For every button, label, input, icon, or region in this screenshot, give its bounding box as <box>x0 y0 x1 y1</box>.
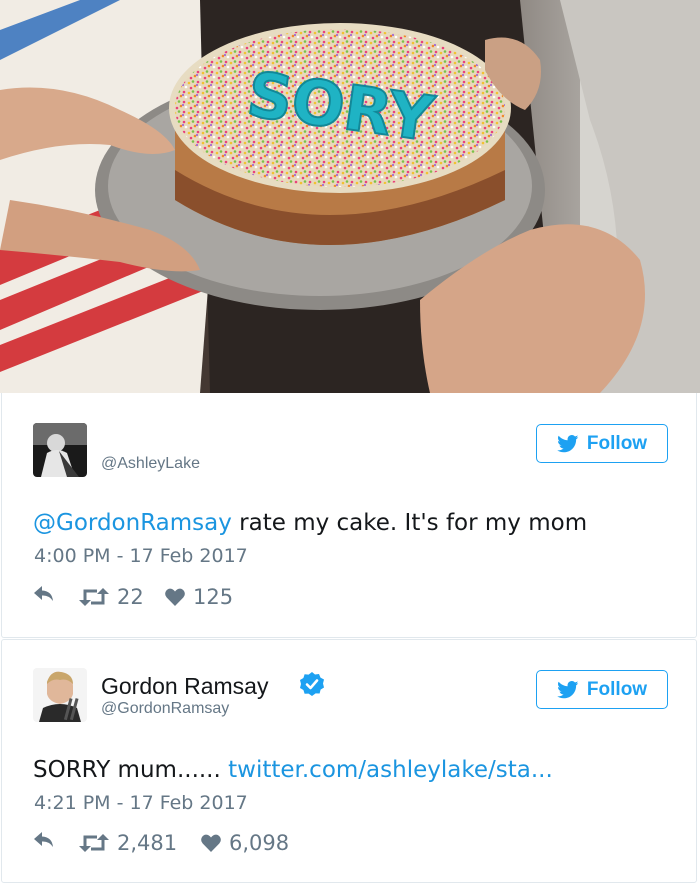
like-button[interactable]: 125 <box>165 584 233 610</box>
mention-link[interactable]: @GordonRamsay <box>33 510 232 536</box>
retweet-icon <box>79 588 109 606</box>
retweet-count: 22 <box>117 585 144 609</box>
tweet-body: SORRY mum...... <box>33 757 229 783</box>
reply-button[interactable] <box>34 584 54 602</box>
retweet-icon <box>79 834 109 852</box>
user-handle[interactable]: @AshleyLake <box>101 454 200 474</box>
user-handle[interactable]: @GordonRamsay <box>101 699 229 719</box>
timestamp[interactable]: 4:21 PM - 17 Feb 2017 <box>34 791 248 815</box>
reply-icon <box>34 586 53 601</box>
like-count: 125 <box>193 585 234 609</box>
twitter-bird-icon <box>557 680 579 698</box>
reply-icon <box>34 832 53 847</box>
tweet-card: @AshleyLake Follow @GordonRamsay rate my… <box>1 393 697 638</box>
timestamp[interactable]: 4:00 PM - 17 Feb 2017 <box>34 544 248 568</box>
avatar[interactable] <box>33 668 87 722</box>
retweet-count: 2,481 <box>117 831 178 855</box>
twitter-bird-icon <box>557 434 579 452</box>
follow-button[interactable]: Follow <box>536 424 668 463</box>
like-button[interactable]: 6,098 <box>201 830 289 856</box>
tweet-text: @GordonRamsay rate my cake. It's for my … <box>33 508 587 538</box>
like-count: 6,098 <box>229 831 290 855</box>
follow-label: Follow <box>586 432 648 454</box>
verified-badge-icon <box>300 672 324 696</box>
tweet-card: Gordon Ramsay @GordonRamsay Follow SORRY… <box>1 639 697 883</box>
display-name[interactable]: Gordon Ramsay <box>101 672 268 700</box>
tweet-actions: 22 125 <box>34 584 434 610</box>
tweet-text: SORRY mum...... twitter.com/ashleylake/s… <box>33 755 553 785</box>
heart-icon <box>201 834 221 852</box>
cake-photo: SORY <box>0 0 700 393</box>
follow-button[interactable]: Follow <box>536 670 668 709</box>
tweet-actions: 2,481 6,098 <box>34 830 434 856</box>
tweet-link[interactable]: twitter.com/ashleylake/sta... <box>228 757 553 783</box>
tweet-body: rate my cake. It's for my mom <box>231 510 588 536</box>
avatar[interactable] <box>33 423 87 477</box>
heart-icon <box>165 588 185 606</box>
retweet-button[interactable]: 22 <box>79 584 144 610</box>
retweet-button[interactable]: 2,481 <box>79 830 177 856</box>
follow-label: Follow <box>586 678 648 700</box>
reply-button[interactable] <box>34 830 54 848</box>
